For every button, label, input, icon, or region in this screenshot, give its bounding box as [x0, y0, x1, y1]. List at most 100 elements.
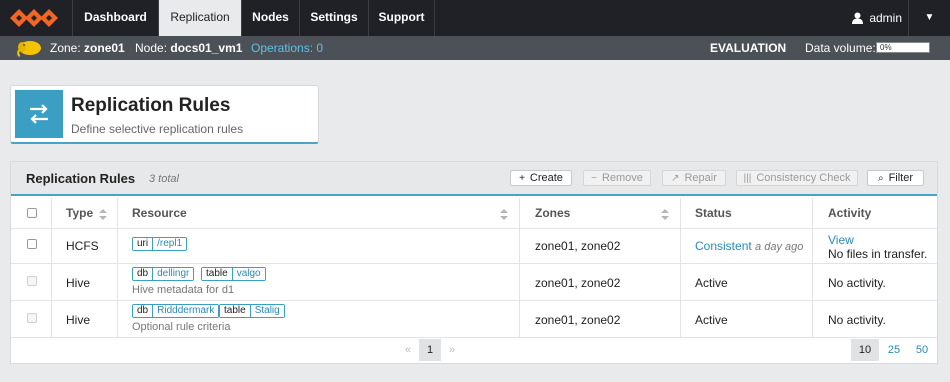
status-text: Active — [695, 276, 728, 290]
sort-icon[interactable] — [99, 209, 107, 220]
resource-tag[interactable]: uri/repl1 — [132, 237, 188, 251]
swap-arrows-icon — [15, 90, 63, 138]
node-value: docs01_vm1 — [170, 41, 243, 55]
row-checkbox[interactable] — [27, 313, 37, 323]
panel-title: Replication Rules — [26, 171, 136, 186]
data-volume-bar: 0% — [876, 42, 930, 53]
data-volume-label: Data volume: — [805, 41, 876, 55]
rule-zones: zone01, zone02 — [535, 313, 621, 327]
rule-count: 3 total — [149, 173, 179, 185]
tag-key: db — [133, 305, 154, 317]
user-icon — [852, 12, 864, 24]
filter-button[interactable]: ⌕ Filter — [867, 170, 924, 186]
username: admin — [869, 10, 902, 25]
resource-tag[interactable]: table valgo — [201, 267, 266, 281]
repair-button[interactable]: ↗ Repair — [662, 170, 726, 186]
caret-down-icon[interactable]: ▼ — [908, 0, 950, 36]
column-divider — [680, 198, 681, 337]
tag-key: table — [220, 305, 251, 317]
prev-page-button[interactable]: « — [397, 339, 419, 361]
rule-type: HCFS — [66, 239, 99, 253]
activity-text: No activity. — [828, 276, 886, 290]
row-divider — [11, 228, 937, 229]
sort-icon[interactable] — [661, 209, 669, 220]
next-page-button[interactable]: » — [441, 339, 463, 361]
row-checkbox[interactable] — [27, 276, 37, 286]
hadoop-elephant-icon — [17, 41, 41, 57]
sort-icon[interactable] — [500, 209, 508, 220]
page-title: Replication Rules — [71, 95, 231, 116]
filter-label: Filter — [888, 172, 914, 184]
page-size-50[interactable]: 50 — [909, 339, 935, 361]
page-1-button[interactable]: 1 — [419, 339, 441, 361]
status-text: Active — [695, 313, 728, 327]
tab-settings[interactable]: Settings — [299, 0, 368, 36]
table-footer: « 1 » 10 25 50 — [11, 338, 937, 363]
operations-link[interactable]: Operations: 0 — [251, 36, 323, 60]
repair-label: Repair — [684, 172, 717, 184]
resource-tag[interactable]: db dellingr — [132, 267, 195, 281]
row-checkbox[interactable] — [27, 239, 37, 249]
column-divider — [812, 198, 813, 337]
tag-value: /repl1 — [153, 238, 187, 250]
consistency-check-label: Consistency Check — [756, 172, 851, 184]
tag-value: Stalig — [250, 305, 284, 317]
column-header-activity: Activity — [828, 206, 872, 220]
select-all-checkbox[interactable] — [27, 208, 37, 218]
replication-rules-panel: Replication Rules 3 total + Create − Remov… — [10, 161, 938, 364]
tag-value: valgo — [232, 268, 265, 280]
panel-header: Replication Rules 3 total + Create − Remov… — [11, 162, 937, 196]
wrench-icon: ↗ — [671, 173, 680, 184]
page-header-card: Replication Rules Define selective repli… — [10, 85, 319, 144]
plus-icon: + — [519, 173, 525, 184]
search-icon: ⌕ — [877, 173, 884, 184]
tab-nodes[interactable]: Nodes — [241, 0, 299, 36]
create-label: Create — [529, 172, 563, 184]
row-divider — [11, 300, 937, 301]
consistency-check-button[interactable]: ||| Consistency Check — [736, 170, 858, 186]
activity-view-link[interactable]: View — [828, 233, 854, 247]
minus-icon: − — [591, 173, 597, 184]
tag-key: db — [133, 268, 154, 280]
rule-description: Optional rule criteria — [132, 321, 231, 333]
rule-zones: zone01, zone02 — [535, 239, 621, 253]
bars-icon: ||| — [743, 173, 752, 184]
row-divider — [11, 263, 937, 264]
column-divider — [519, 198, 520, 337]
rule-type: Hive — [66, 276, 91, 290]
status-link[interactable]: Consistent — [695, 239, 752, 253]
zone-value: zone01 — [84, 41, 125, 55]
column-divider — [117, 198, 118, 337]
status-time: a day ago — [755, 241, 804, 253]
page-size-25[interactable]: 25 — [881, 339, 907, 361]
rule-type: Hive — [66, 313, 91, 327]
column-header-type[interactable]: Type — [66, 198, 93, 229]
activity-text: No activity. — [828, 313, 886, 327]
wandisco-logo-icon[interactable] — [10, 6, 62, 30]
tag-key: table — [202, 268, 233, 280]
column-header-resource[interactable]: Resource — [132, 198, 187, 229]
page-size-10[interactable]: 10 — [851, 339, 879, 361]
tag-value: Ridddermark — [153, 305, 219, 317]
create-button[interactable]: + Create — [510, 170, 572, 186]
resource-tag[interactable]: table Stalig — [219, 304, 285, 318]
license-badge: EVALUATION — [710, 41, 787, 55]
column-header-zones[interactable]: Zones — [535, 198, 570, 229]
status-bar: Zone: zone01 Node: docs01_vm1 Operations… — [0, 36, 950, 60]
tab-replication[interactable]: Replication — [158, 0, 241, 36]
tag-key: uri — [133, 238, 154, 250]
node-label: Node: — [135, 41, 168, 55]
top-navbar: Dashboard Replication Nodes Settings Sup… — [0, 0, 950, 36]
user-menu[interactable]: admin — [852, 0, 902, 36]
tag-value: dellingr — [153, 268, 194, 280]
remove-button[interactable]: − Remove — [583, 170, 651, 186]
tab-dashboard[interactable]: Dashboard — [72, 0, 158, 36]
rule-zones: zone01, zone02 — [535, 276, 621, 290]
column-header-status: Status — [695, 206, 732, 220]
rule-description: Hive metadata for d1 — [132, 284, 235, 296]
tab-support[interactable]: Support — [368, 0, 435, 36]
resource-tag[interactable]: db Ridddermark — [132, 304, 220, 318]
remove-label: Remove — [601, 172, 643, 184]
zone-label: Zone: — [50, 41, 81, 55]
column-divider — [51, 198, 52, 337]
